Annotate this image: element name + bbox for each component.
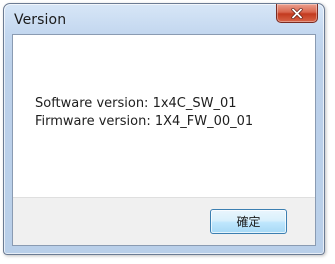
- dialog-footer: 確定: [13, 197, 315, 245]
- close-icon: [291, 7, 303, 19]
- ok-button[interactable]: 確定: [210, 209, 287, 234]
- title-bar[interactable]: Version: [4, 4, 324, 34]
- window-title: Version: [14, 12, 67, 28]
- close-button[interactable]: [276, 4, 318, 23]
- firmware-version-text: Firmware version: 1X4_FW_00_01: [35, 114, 254, 129]
- version-dialog: Version Software version: 1x4C_SW_01 Fir…: [3, 3, 325, 255]
- dialog-content: Software version: 1x4C_SW_01 Firmware ve…: [12, 34, 316, 246]
- software-version-text: Software version: 1x4C_SW_01: [35, 96, 237, 111]
